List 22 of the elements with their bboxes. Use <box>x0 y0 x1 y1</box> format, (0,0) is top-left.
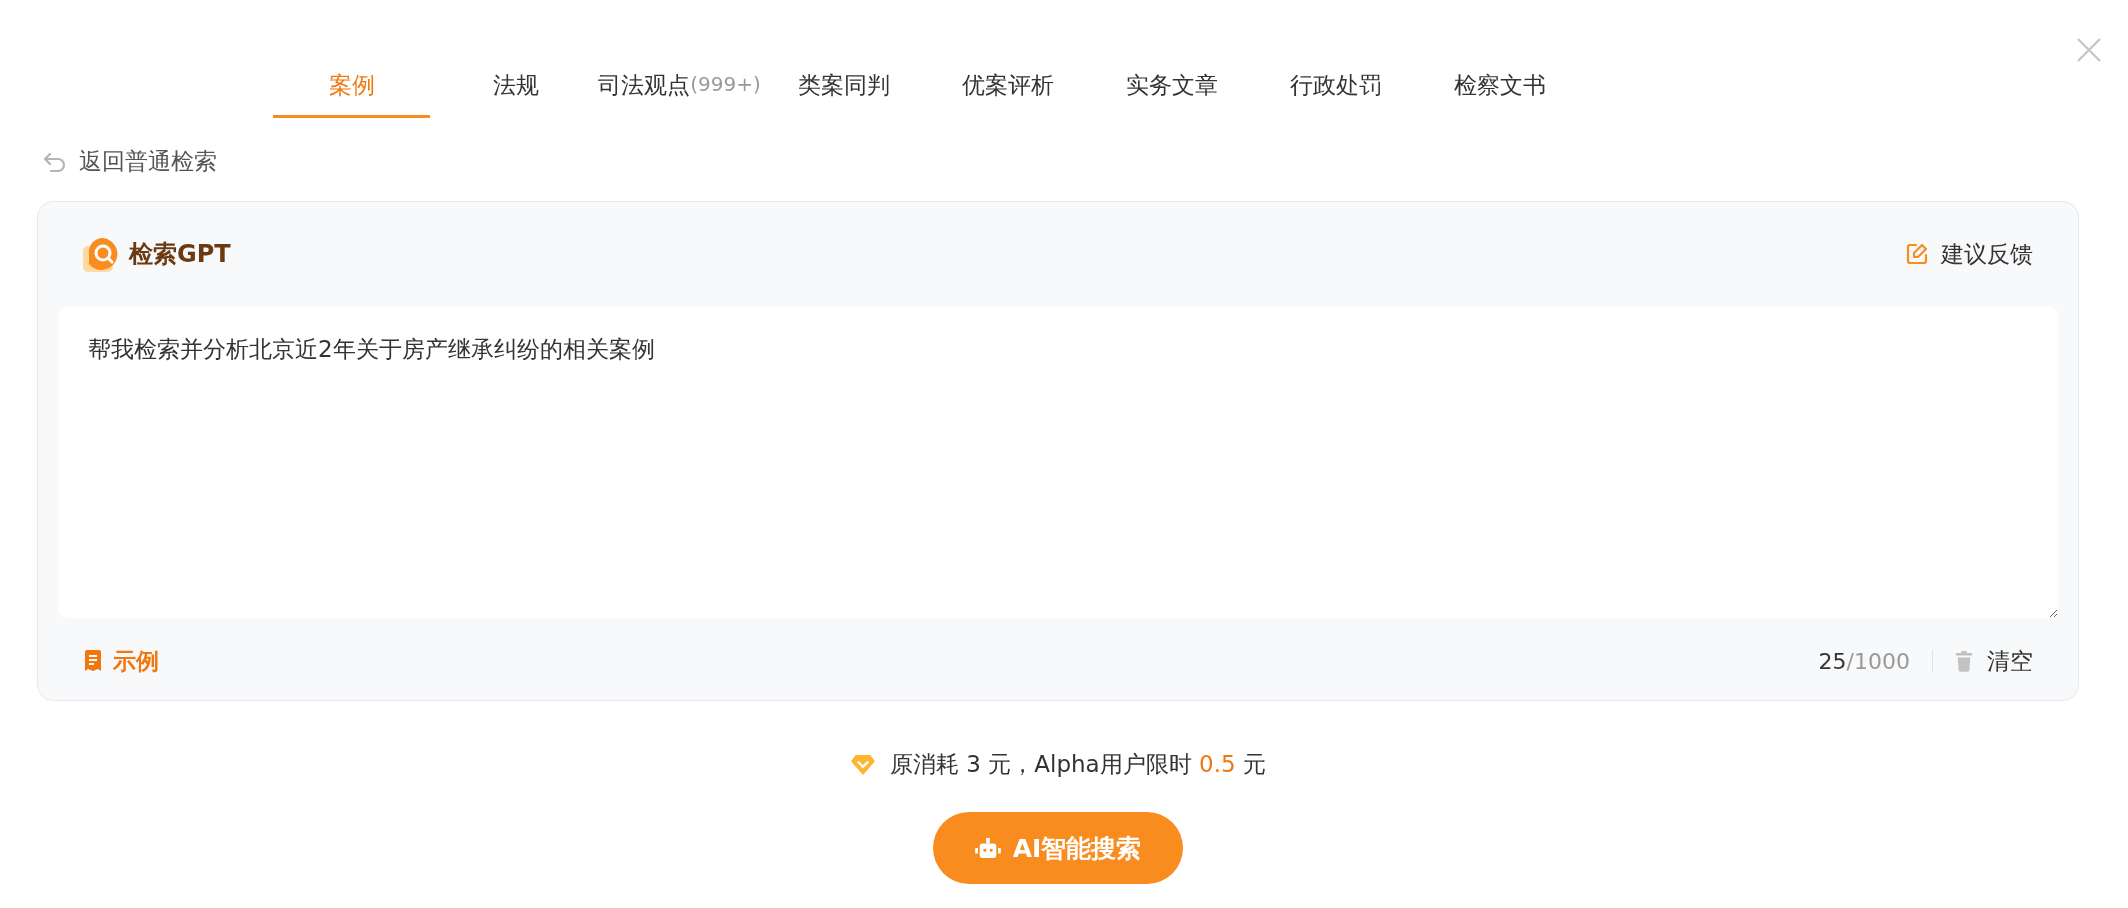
diamond-icon <box>850 753 877 776</box>
clear-button[interactable]: 清空 <box>1955 645 2033 677</box>
character-count: 25/1000 <box>1818 648 1910 674</box>
logo-text: 检索GPT <box>129 239 231 270</box>
edit-icon <box>1905 242 1929 266</box>
trash-icon <box>1955 650 1973 672</box>
undo-icon <box>43 151 67 172</box>
query-field[interactable]: 帮我检索并分析北京近2年关于房产继承纠纷的相关案例 <box>58 306 2058 618</box>
tab[interactable]: 法规 <box>437 60 594 118</box>
close-button[interactable] <box>2076 37 2102 63</box>
tab[interactable]: 检察文书 <box>1421 60 1578 118</box>
tab[interactable]: 优案评析 <box>929 60 1086 118</box>
tab[interactable]: 类案同判 <box>765 60 922 118</box>
robot-icon <box>974 837 1001 859</box>
back-text: 返回普通检索 <box>79 147 217 176</box>
tab[interactable]: 行政处罚 <box>1257 60 1414 118</box>
close-icon <box>2076 37 2102 63</box>
back-link[interactable]: 返回普通检索 <box>43 146 217 177</box>
document-icon <box>83 649 103 673</box>
tab[interactable]: 实务文章 <box>1093 60 1250 118</box>
feedback-link[interactable]: 建议反馈 <box>1905 238 2033 270</box>
cost-text: 原消耗 3 元，Alpha用户限时 0.5 元 <box>890 750 1266 779</box>
